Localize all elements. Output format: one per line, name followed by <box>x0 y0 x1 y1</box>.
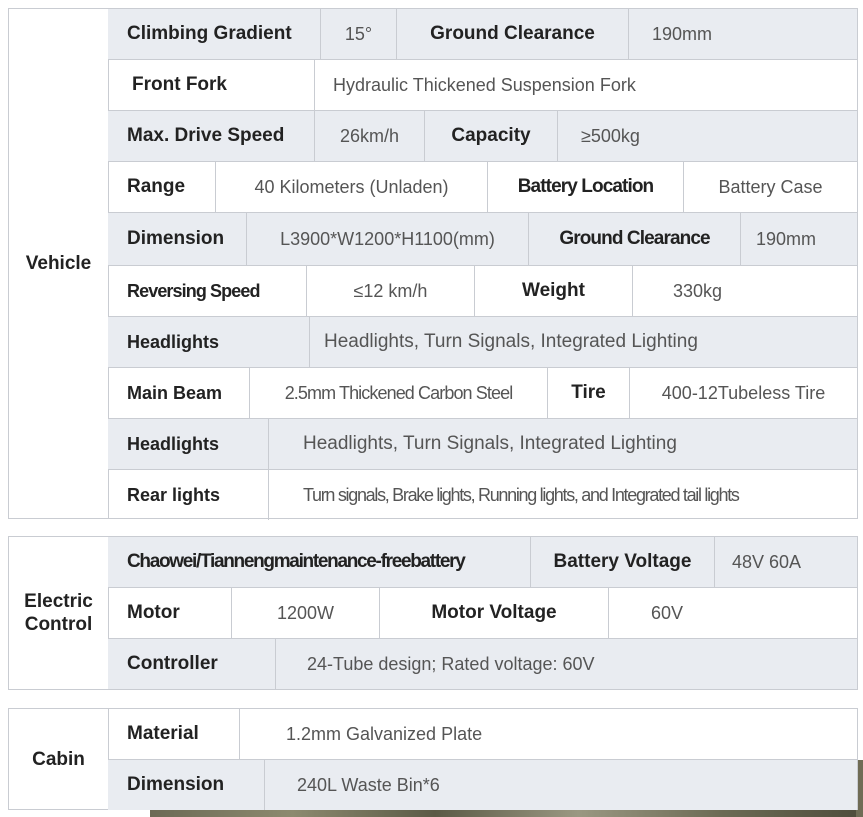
spec-row: Reversing Speed ≤12 km/h Weight 330kg <box>108 266 857 317</box>
ground-clearance-label: Ground Clearance <box>397 9 629 59</box>
spec-row: Climbing Gradient 15° Ground Clearance 1… <box>108 9 857 60</box>
max-drive-speed-value: 26km/h <box>315 111 425 161</box>
spec-row: Dimension 240L Waste Bin*6 <box>108 760 857 810</box>
electric-control-category-label: Electric Control <box>9 537 109 689</box>
battery-voltage-value: 48V 60A <box>732 551 802 572</box>
motor-voltage-label: Motor Voltage <box>380 588 609 638</box>
headlights-value-2: Headlights, Turn Signals, Integrated Lig… <box>303 433 677 454</box>
motor-label: Motor <box>108 588 232 638</box>
tire-label: Tire <box>548 368 630 418</box>
ground-clearance-label-2: Ground Clearance <box>529 213 741 265</box>
electric-control-spec-section: Electric Control Chaowei/Tiannengmaintena… <box>8 536 858 690</box>
dimension-value: L3900*W1200*H1100(mm) <box>247 213 529 265</box>
spec-row: Motor 1200W Motor Voltage 60V <box>108 588 857 639</box>
spec-row: Material 1.2mm Galvanized Plate <box>108 709 857 760</box>
reversing-speed-label: Reversing Speed <box>108 266 307 316</box>
controller-value: 24-Tube design; Rated voltage: 60V <box>307 653 595 674</box>
headlights-label: Headlights <box>108 317 310 367</box>
motor-voltage-value: 60V <box>651 602 684 623</box>
max-drive-speed-label: Max. Drive Speed <box>108 111 315 161</box>
battery-location-label: Battery Location <box>488 162 684 212</box>
controller-label: Controller <box>108 639 276 689</box>
spec-row: Chaowei/Tiannengmaintenance-freebattery … <box>108 537 857 588</box>
material-label: Material <box>108 709 240 759</box>
battery-location-value: Battery Case <box>718 176 823 197</box>
main-beam-value: 2.5mm Thickened Carbon Steel <box>250 368 548 418</box>
spec-row: Headlights Headlights, Turn Signals, Int… <box>108 317 857 368</box>
weight-value: 330kg <box>673 280 723 301</box>
cabin-dimension-value: 240L Waste Bin*6 <box>297 774 440 795</box>
cabin-category-label: Cabin <box>9 709 109 809</box>
climbing-gradient-value: 15° <box>321 9 397 59</box>
weight-label: Weight <box>475 266 633 316</box>
cabin-spec-section: Cabin Material 1.2mm Galvanized Plate Di… <box>8 708 858 810</box>
vehicle-spec-section: Vehicle Climbing Gradient 15° Ground Cle… <box>8 8 858 520</box>
dimension-label: Dimension <box>108 213 247 265</box>
main-beam-label: Main Beam <box>108 368 250 418</box>
spec-row: Range 40 Kilometers (Unladen) Battery Lo… <box>108 162 857 213</box>
spec-row: Controller 24-Tube design; Rated voltage… <box>108 639 857 689</box>
vehicle-category-label: Vehicle <box>9 9 109 518</box>
front-fork-label: Front Fork <box>108 60 315 110</box>
range-label: Range <box>108 162 216 212</box>
capacity-value: ≥500kg <box>581 125 640 146</box>
motor-value: 1200W <box>232 588 380 638</box>
headlights-value: Headlights, Turn Signals, Integrated Lig… <box>324 331 698 352</box>
ground-clearance-value: 190mm <box>652 23 713 44</box>
headlights-label-2: Headlights <box>108 419 269 469</box>
ground-clearance-value-2: 190mm <box>756 228 817 249</box>
rear-lights-label: Rear lights <box>108 470 269 520</box>
rear-lights-value: Turn signals, Brake lights, Running ligh… <box>303 484 740 505</box>
climbing-gradient-label: Climbing Gradient <box>108 9 321 59</box>
battery-brand-label: Chaowei/Tiannengmaintenance-freebattery <box>108 537 531 587</box>
spec-row: Front Fork Hydraulic Thickened Suspensio… <box>108 60 857 111</box>
spec-row: Max. Drive Speed 26km/h Capacity ≥500kg <box>108 111 857 162</box>
battery-voltage-label: Battery Voltage <box>531 537 715 587</box>
reversing-speed-value: ≤12 km/h <box>307 266 475 316</box>
front-fork-value: Hydraulic Thickened Suspension Fork <box>333 74 636 95</box>
cabin-dimension-label: Dimension <box>108 760 265 810</box>
spec-row: Headlights Headlights, Turn Signals, Int… <box>108 419 857 470</box>
tire-value: 400-12Tubeless Tire <box>661 382 826 403</box>
range-value: 40 Kilometers (Unladen) <box>216 162 488 212</box>
material-value: 1.2mm Galvanized Plate <box>286 723 483 744</box>
capacity-label: Capacity <box>425 111 558 161</box>
spec-row: Dimension L3900*W1200*H1100(mm) Ground C… <box>108 213 857 266</box>
spec-row: Rear lights Turn signals, Brake lights, … <box>108 470 857 520</box>
spec-row: Main Beam 2.5mm Thickened Carbon Steel T… <box>108 368 857 419</box>
